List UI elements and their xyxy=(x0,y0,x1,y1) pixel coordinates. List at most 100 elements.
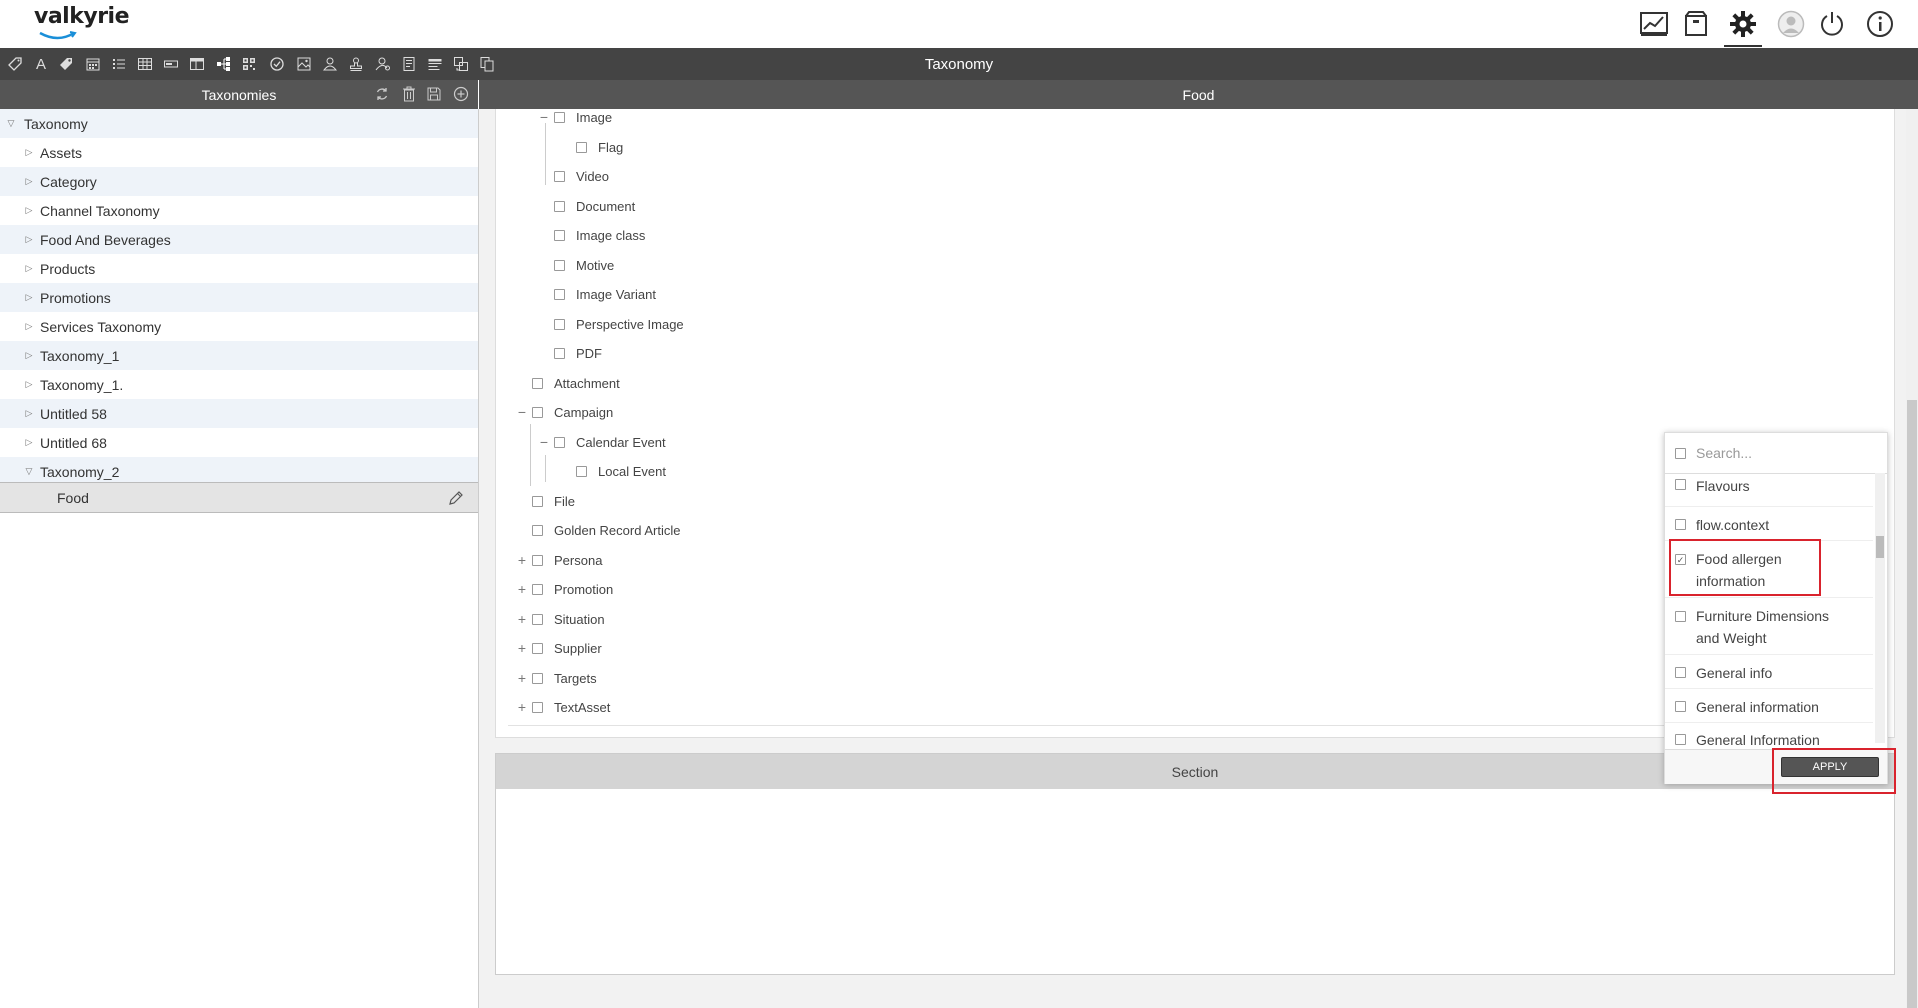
tree-item-taxonomy-1[interactable]: ▷ Taxonomy_1 xyxy=(0,341,478,370)
collapsed-triangle-icon[interactable]: ▷ xyxy=(22,205,36,216)
class-node-perspective-image[interactable]: Perspective Image xyxy=(554,313,684,335)
dropdown-search-row[interactable]: Search... xyxy=(1665,433,1887,474)
class-checkbox[interactable] xyxy=(576,465,587,477)
tree-item-untitled-68[interactable]: ▷ Untitled 68 xyxy=(0,428,478,457)
tree-item-food[interactable]: Food xyxy=(0,482,478,513)
class-checkbox[interactable] xyxy=(532,613,543,625)
class-node-targets[interactable]: + Targets xyxy=(516,667,597,689)
expand-plus-icon[interactable]: + xyxy=(516,640,528,656)
dropdown-option[interactable]: General Information xyxy=(1665,723,1873,749)
class-node-video[interactable]: Video xyxy=(554,165,609,187)
class-checkbox[interactable] xyxy=(532,554,543,566)
tree-item-taxonomy[interactable]: ▽ Taxonomy xyxy=(0,109,478,138)
expand-plus-icon[interactable]: + xyxy=(516,670,528,686)
class-checkbox[interactable] xyxy=(554,259,565,271)
settings-gear-icon[interactable] xyxy=(1727,8,1759,40)
save-icon[interactable] xyxy=(425,85,443,103)
collapsed-triangle-icon[interactable]: ▷ xyxy=(22,147,36,158)
tree-item-food-and-beverages[interactable]: ▷ Food And Beverages xyxy=(0,225,478,254)
expand-plus-icon[interactable]: + xyxy=(516,581,528,597)
user-avatar-icon[interactable] xyxy=(1775,8,1807,40)
tree-item-taxonomy-1-dot[interactable]: ▷ Taxonomy_1. xyxy=(0,370,478,399)
class-node-campaign[interactable]: − Campaign xyxy=(516,401,613,423)
collapsed-triangle-icon[interactable]: ▷ xyxy=(22,350,36,361)
archive-box-icon[interactable] xyxy=(1680,8,1712,40)
class-checkbox[interactable] xyxy=(554,318,565,330)
option-checkbox[interactable] xyxy=(1675,479,1686,490)
class-node-motive[interactable]: Motive xyxy=(554,254,614,276)
option-checkbox[interactable] xyxy=(1675,701,1686,712)
class-node-local-event[interactable]: Local Event xyxy=(576,460,666,482)
tree-item-category[interactable]: ▷ Category xyxy=(0,167,478,196)
class-checkbox[interactable] xyxy=(532,406,543,418)
class-node-supplier[interactable]: + Supplier xyxy=(516,637,602,659)
expanded-triangle-icon[interactable]: ▽ xyxy=(4,118,18,129)
class-checkbox[interactable] xyxy=(532,377,543,389)
option-checkbox[interactable] xyxy=(1675,734,1686,745)
collapse-minus-icon[interactable]: − xyxy=(516,404,528,420)
dropdown-search-input[interactable]: Search... xyxy=(1696,445,1752,461)
dropdown-scrollbar-thumb[interactable] xyxy=(1876,536,1884,558)
option-checkbox[interactable] xyxy=(1675,519,1686,530)
class-checkbox[interactable] xyxy=(554,288,565,300)
class-checkbox[interactable] xyxy=(532,672,543,684)
class-node-persona[interactable]: + Persona xyxy=(516,549,603,571)
option-checkbox[interactable] xyxy=(1675,667,1686,678)
class-node-attachment[interactable]: Attachment xyxy=(532,372,620,394)
collapsed-triangle-icon[interactable]: ▷ xyxy=(22,437,36,448)
class-checkbox[interactable] xyxy=(532,583,543,595)
class-checkbox[interactable] xyxy=(532,524,543,536)
class-checkbox[interactable] xyxy=(554,200,565,212)
class-node-textasset[interactable]: + TextAsset xyxy=(516,696,610,718)
tree-item-promotions[interactable]: ▷ Promotions xyxy=(0,283,478,312)
page-scrollbar-thumb[interactable] xyxy=(1907,400,1917,1008)
class-checkbox[interactable] xyxy=(554,436,565,448)
edit-pencil-icon[interactable] xyxy=(448,490,464,509)
collapsed-triangle-icon[interactable]: ▷ xyxy=(22,263,36,274)
class-node-golden-record-article[interactable]: Golden Record Article xyxy=(532,519,680,541)
tree-item-products[interactable]: ▷ Products xyxy=(0,254,478,283)
dropdown-option[interactable]: flow.context xyxy=(1665,507,1873,541)
class-checkbox[interactable] xyxy=(576,141,587,153)
class-node-pdf[interactable]: PDF xyxy=(554,342,602,364)
expanded-triangle-icon[interactable]: ▽ xyxy=(22,466,36,477)
collapsed-triangle-icon[interactable]: ▷ xyxy=(22,321,36,332)
collapse-minus-icon[interactable]: − xyxy=(538,434,550,450)
dropdown-option[interactable]: General information xyxy=(1665,689,1873,723)
class-node-image-class[interactable]: Image class xyxy=(554,224,645,246)
dropdown-option[interactable]: General info xyxy=(1665,655,1873,689)
collapsed-triangle-icon[interactable]: ▷ xyxy=(22,379,36,390)
class-node-promotion[interactable]: + Promotion xyxy=(516,578,613,600)
collapse-minus-icon[interactable]: − xyxy=(538,109,550,125)
class-node-image-variant[interactable]: Image Variant xyxy=(554,283,656,305)
select-all-checkbox[interactable] xyxy=(1675,447,1686,459)
class-node-file[interactable]: File xyxy=(532,490,575,512)
class-checkbox[interactable] xyxy=(554,170,565,182)
class-node-situation[interactable]: + Situation xyxy=(516,608,605,630)
class-node-document[interactable]: Document xyxy=(554,195,635,217)
dropdown-option[interactable]: Flavours xyxy=(1665,473,1873,507)
info-icon[interactable] xyxy=(1864,8,1896,40)
collapsed-triangle-icon[interactable]: ▷ xyxy=(22,408,36,419)
expand-plus-icon[interactable]: + xyxy=(516,699,528,715)
expand-plus-icon[interactable]: + xyxy=(516,611,528,627)
collapsed-triangle-icon[interactable]: ▷ xyxy=(22,292,36,303)
class-node-image[interactable]: − Image xyxy=(538,106,612,128)
dropdown-option[interactable]: Furniture Dimensions and Weight xyxy=(1665,598,1873,655)
class-checkbox[interactable] xyxy=(532,495,543,507)
expand-plus-icon[interactable]: + xyxy=(516,552,528,568)
tree-item-channel-taxonomy[interactable]: ▷ Channel Taxonomy xyxy=(0,196,478,225)
class-checkbox[interactable] xyxy=(554,111,565,123)
dashboard-chart-icon[interactable] xyxy=(1638,8,1670,40)
delete-icon[interactable] xyxy=(400,85,418,103)
collapsed-triangle-icon[interactable]: ▷ xyxy=(22,176,36,187)
app-logo[interactable]: valkyrie xyxy=(34,4,130,29)
class-checkbox[interactable] xyxy=(532,701,543,713)
add-circle-icon[interactable] xyxy=(452,85,470,103)
tree-item-services-taxonomy[interactable]: ▷ Services Taxonomy xyxy=(0,312,478,341)
option-checkbox[interactable] xyxy=(1675,611,1686,622)
class-node-flag[interactable]: Flag xyxy=(576,136,623,158)
power-logout-icon[interactable] xyxy=(1816,8,1848,40)
tree-item-assets[interactable]: ▷ Assets xyxy=(0,138,478,167)
refresh-icon[interactable] xyxy=(373,85,391,103)
